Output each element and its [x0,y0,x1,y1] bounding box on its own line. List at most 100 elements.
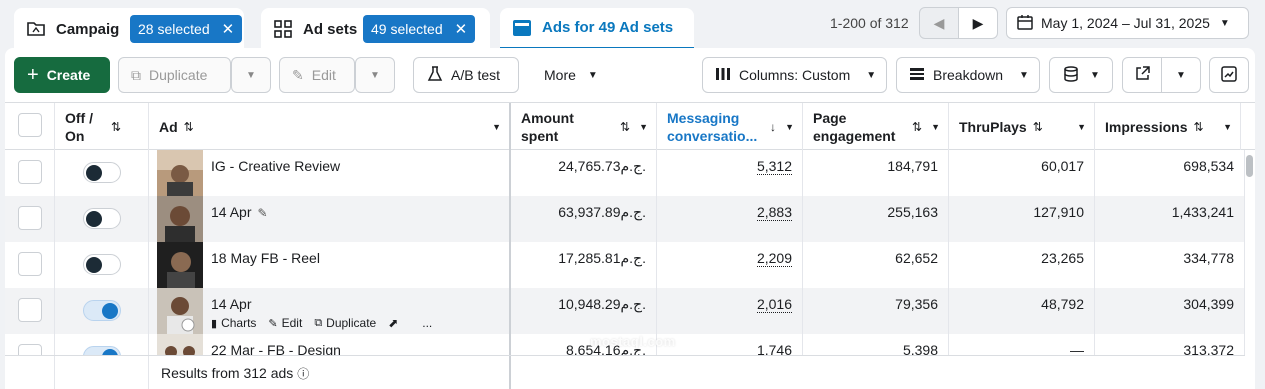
sort-icon[interactable]: ⇅ [1193,118,1203,136]
table-row[interactable]: 14 Apr ✎ 63,937.89ج.م. 2,883 255,163 127,… [5,196,1245,242]
amount-spent-value: 17,285.81ج.م. [558,250,646,266]
caret-down-icon[interactable]: ▼ [931,118,940,136]
caret-down-icon: ▼ [1090,69,1100,81]
table-row[interactable]: IG - Creative Review 24,765.73ج.م. 5,312… [5,150,1245,196]
tab-label: Ad sets [303,20,358,38]
messaging-cell: 2,209 [657,242,803,288]
messaging-value[interactable]: 2,883 [756,204,792,221]
column-header-page-engagement[interactable]: Page engagement ⇅ ▼ [803,103,949,150]
breakdown-label: Breakdown [933,67,1004,83]
thruplays-cell: 60,017 [949,150,1095,196]
ad-thumbnail[interactable] [157,288,203,334]
ad-cell: 18 May FB - Reel [149,242,511,288]
row-checkbox[interactable] [18,206,42,230]
date-range-picker[interactable]: May 1, 2024 – Jul 31, 2025 ▼ [1006,7,1249,39]
sort-icon[interactable]: ⇅ [912,118,922,136]
row-checkbox[interactable] [18,252,42,276]
sort-icon[interactable]: ⇅ [1033,118,1043,136]
caret-down-icon: ▼ [1019,69,1029,81]
thruplays-value: 60,017 [1041,158,1084,174]
amount-spent-cell: 63,937.89ج.م. [511,196,657,242]
selection-chip[interactable]: 49 selected ✕ [363,15,476,43]
impressions-cell: 1,433,241 [1095,196,1245,242]
more-actions-button[interactable]: ... [422,316,432,330]
messaging-cell: 2,016 [657,288,803,334]
column-header-amount-spent[interactable]: Amount spent ⇅ ▼ [511,103,657,150]
sort-icon[interactable]: ⇅ [184,118,194,136]
column-header-thruplays[interactable]: ThruPlays ⇅ ▼ [949,103,1095,150]
edit-action[interactable]: ✎ Edit [268,316,302,330]
table-row[interactable]: 14 Apr ▮ Charts ✎ Edit ⧉ Duplicate ⬈ ... 10… [5,288,1245,334]
column-header-ad[interactable]: Ad ⇅ ▼ [149,103,511,150]
ad-thumbnail[interactable] [157,242,203,288]
column-label: Page engagement [813,109,896,144]
trend-action[interactable]: ⬈ [388,316,398,330]
pencil-icon: ✎ [268,317,278,330]
toolbar: + Create ⧉ Duplicate ▼ ✎ Edit ▼ A/B test… [5,48,1255,102]
charts-action[interactable]: ▮ Charts [211,316,256,330]
tab-adsets[interactable]: Ad sets 49 selected ✕ [261,8,490,50]
close-icon[interactable]: ✕ [455,20,468,38]
sort-icon[interactable]: ⇅ [620,118,630,136]
tab-label: Ads for 49 Ad sets [542,19,674,36]
column-header-impressions[interactable]: Impressions ⇅ ▼ [1095,103,1241,150]
sort-descending-icon[interactable]: ↓ [770,118,776,136]
caret-down-icon[interactable]: ▼ [1223,118,1232,136]
caret-down-icon[interactable]: ▼ [1077,118,1086,136]
messaging-value[interactable]: 2,016 [756,296,792,313]
ad-thumbnail[interactable] [157,150,203,196]
trend-chart-button[interactable] [1209,57,1249,93]
impressions-cell: 698,534 [1095,150,1245,196]
ad-status-toggle[interactable] [83,162,121,183]
row-checkbox[interactable] [18,298,42,322]
previous-page-button[interactable]: ◀ [919,7,959,39]
column-header-off-on[interactable]: Off / On ⇅ [55,103,149,150]
messaging-value[interactable]: 5,312 [756,158,792,175]
export-button[interactable] [1122,57,1162,93]
ad-status-toggle[interactable] [83,300,121,321]
tab-campaigns[interactable]: Campaigns 28 selected ✕ [14,8,244,50]
columns-button[interactable]: Columns: Custom ▼ [702,57,887,93]
caret-down-icon[interactable]: ▼ [785,118,794,136]
ad-name[interactable]: IG - Creative Review [211,158,340,174]
ad-status-toggle[interactable] [83,208,121,229]
duplicate-action[interactable]: ⧉ Duplicate [314,316,376,330]
ad-status-toggle[interactable] [83,254,121,275]
reports-button[interactable]: ▼ [1049,57,1113,93]
ad-cell: IG - Creative Review [149,150,511,196]
close-icon[interactable]: ✕ [222,20,235,38]
column-label: Messaging conversatio... [667,109,758,144]
caret-down-icon[interactable]: ▼ [492,118,501,136]
selection-chip[interactable]: 28 selected ✕ [130,15,243,43]
export-options-button[interactable]: ▼ [1161,57,1201,93]
more-button[interactable]: More ▼ [530,57,610,93]
edit-button[interactable]: ✎ Edit [279,57,355,93]
edit-options-button[interactable]: ▼ [355,57,395,93]
row-checkbox[interactable] [18,160,42,184]
pencil-icon[interactable]: ✎ [257,206,267,220]
sort-icon[interactable]: ⇅ [111,118,121,136]
select-all-checkbox[interactable] [18,113,42,137]
toggle-knob [86,257,102,273]
ad-name[interactable]: 18 May FB - Reel [211,250,320,266]
pagination-range: 1-200 of 312 [830,15,909,31]
messaging-value[interactable]: 2,209 [756,250,792,267]
amount-spent-value: 63,937.89ج.م. [558,204,646,220]
column-header-messaging[interactable]: Messaging conversatio... ↓ ▼ [657,103,803,150]
caret-down-icon[interactable]: ▼ [639,118,648,136]
vertical-scrollbar[interactable] [1245,151,1255,351]
ab-test-button[interactable]: A/B test [413,57,519,93]
scrollbar-thumb[interactable] [1246,155,1253,177]
create-button[interactable]: + Create [14,57,110,93]
duplicate-options-button[interactable]: ▼ [231,57,271,93]
duplicate-button[interactable]: ⧉ Duplicate [118,57,231,93]
ad-name[interactable]: 14 Apr ✎ [211,204,268,220]
edit-label: Edit [281,316,303,330]
table-row[interactable]: 18 May FB - Reel 17,285.81ج.م. 2,209 62,… [5,242,1245,288]
breakdown-button[interactable]: Breakdown ▼ [896,57,1040,93]
next-page-button[interactable]: ▶ [958,7,998,39]
tab-ads[interactable]: Ads for 49 Ad sets [500,8,694,50]
info-icon[interactable]: ⓘ [297,367,309,381]
ad-thumbnail[interactable] [157,196,203,242]
ad-name[interactable]: 14 Apr [211,296,251,312]
